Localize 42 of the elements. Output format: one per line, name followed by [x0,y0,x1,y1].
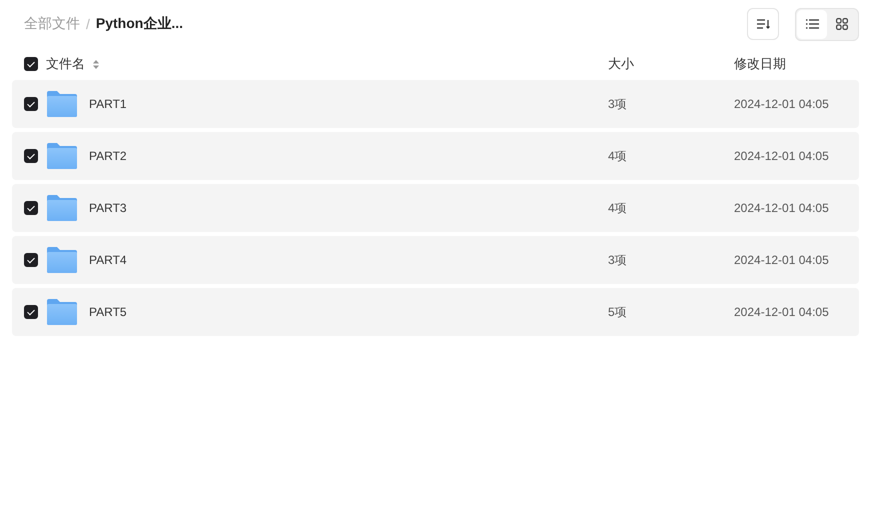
folder-name: PART5 [89,305,127,319]
date-cell: 2024-12-01 04:05 [734,149,829,163]
folder-row[interactable]: PART3 4项 2024-12-01 04:05 [12,184,859,232]
date-cell: 2024-12-01 04:05 [734,201,829,215]
row-checkbox[interactable] [24,149,38,163]
sort-icon [756,18,770,30]
folder-name: PART2 [89,149,127,163]
folder-icon [47,299,77,325]
folder-icon [47,195,77,221]
size-cell: 4项 [608,201,627,215]
folder-name: PART3 [89,201,127,215]
grid-icon [836,18,848,30]
row-checkbox[interactable] [24,97,38,111]
size-cell: 3项 [608,253,627,267]
folder-name: PART4 [89,253,127,267]
folder-name: PART1 [89,97,127,111]
folder-icon [47,143,77,169]
row-checkbox[interactable] [24,201,38,215]
row-checkbox[interactable] [24,253,38,267]
folder-row[interactable]: PART5 5项 2024-12-01 04:05 [12,288,859,336]
sort-arrows-icon[interactable] [93,58,99,70]
folder-row[interactable]: PART2 4项 2024-12-01 04:05 [12,132,859,180]
size-cell: 4项 [608,149,627,163]
folder-icon [47,91,77,117]
folder-icon [47,247,77,273]
folder-row[interactable]: PART4 3项 2024-12-01 04:05 [12,236,859,284]
breadcrumb-separator: / [86,16,90,32]
size-cell: 3项 [608,97,627,111]
date-cell: 2024-12-01 04:05 [734,305,829,319]
folder-row[interactable]: PART1 3项 2024-12-01 04:05 [12,80,859,128]
row-checkbox[interactable] [24,305,38,319]
breadcrumb-link[interactable]: Python企业... [96,15,184,33]
sort-button[interactable] [747,8,779,40]
list-view-button[interactable] [797,10,827,38]
size-cell: 5项 [608,305,627,319]
column-header: 修改日期 [734,56,786,71]
column-header: 大小 [608,56,634,71]
list-icon [806,19,818,29]
column-header[interactable]: 文件名 [46,55,85,73]
date-cell: 2024-12-01 04:05 [734,97,829,111]
date-cell: 2024-12-01 04:05 [734,253,829,267]
select-all-checkbox[interactable] [24,57,38,71]
